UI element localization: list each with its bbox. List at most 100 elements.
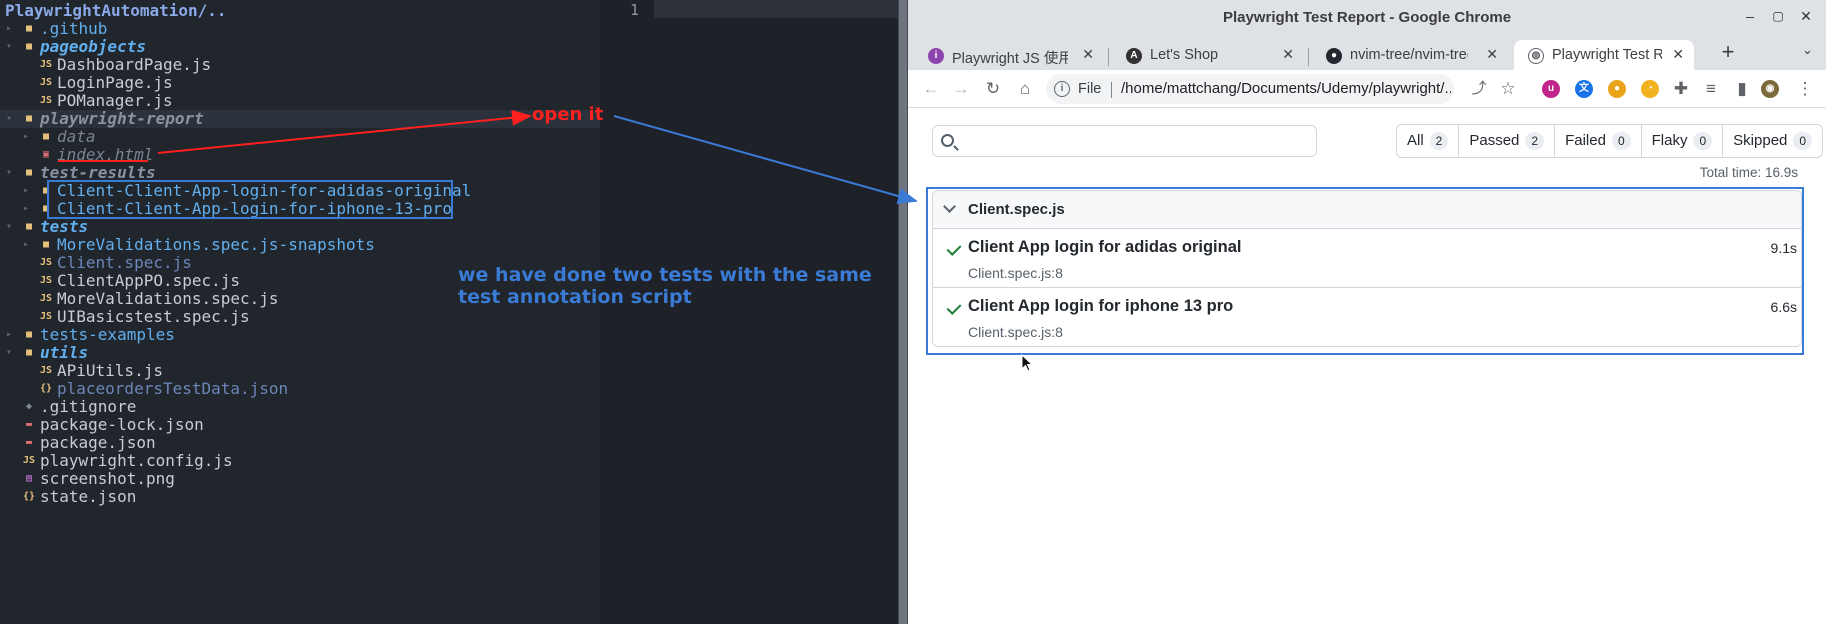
tree-item-index-html[interactable]: ▣ index.html — [0, 146, 600, 164]
tab-playwright-report[interactable]: ◍ Playwright Test Rep ✕ — [1514, 40, 1694, 70]
tree-item-gitignore[interactable]: ◆ .gitignore — [0, 398, 600, 416]
purple-circle-icon: i — [928, 48, 944, 64]
javascript-file-icon: JS — [22, 455, 36, 466]
tree-item-label: placeordersTestData.json — [57, 379, 289, 398]
scrollbar-thumb[interactable] — [899, 0, 907, 624]
tab-title: Let's Shop — [1150, 47, 1219, 63]
translate-extension-icon[interactable]: 文 — [1575, 80, 1593, 98]
chevron-right-icon[interactable]: ▸ — [4, 326, 14, 344]
tree-root-title[interactable]: PlaywrightAutomation/.. — [5, 1, 227, 20]
tab-nvim-tree[interactable]: ● nvim-tree/nvim-tree ✕ — [1312, 40, 1508, 70]
tab-lets-shop[interactable]: A Let's Shop ✕ — [1112, 40, 1304, 70]
filter-all[interactable]: All 2 — [1397, 125, 1458, 157]
tree-item-label: playwright-report — [40, 109, 204, 128]
chevron-right-icon[interactable]: ▸ — [21, 200, 31, 218]
html-file-icon: ▣ — [42, 149, 50, 160]
reload-icon[interactable]: ↻ — [982, 78, 1004, 100]
tree-item-tests[interactable]: ▾ ■ tests — [0, 218, 600, 236]
tab-title: Playwright Test Rep — [1552, 47, 1662, 63]
cookie-extension-icon[interactable]: ● — [1608, 80, 1626, 98]
tree-item-pomanager-js[interactable]: JS POManager.js — [0, 92, 600, 110]
tab-separator — [1108, 48, 1109, 66]
chevron-right-icon[interactable]: ▸ — [21, 182, 31, 200]
window-title: Playwright Test Report - Google Chrome — [1222, 9, 1512, 26]
side-panel-icon[interactable]: ▮ — [1731, 78, 1753, 100]
home-icon[interactable]: ⌂ — [1014, 78, 1036, 100]
chevron-right-icon[interactable]: ▸ — [4, 20, 14, 38]
tree-item-label: playwright.config.js — [40, 451, 233, 470]
filter-passed[interactable]: Passed 2 — [1458, 125, 1554, 157]
tree-item-label: POManager.js — [57, 91, 173, 110]
image-file-icon: ▤ — [25, 473, 33, 484]
site-info-icon[interactable]: i — [1054, 81, 1070, 97]
title-bar: Playwright Test Report - Google Chrome –… — [908, 0, 1826, 36]
tree-item-label: LoginPage.js — [57, 73, 173, 92]
chevron-down-icon[interactable]: ▾ — [4, 164, 14, 182]
chrome-menu-icon[interactable]: ⋮ — [1794, 78, 1816, 100]
close-tab-icon[interactable]: ✕ — [1082, 46, 1094, 63]
tree-item-uibasicstest-spec-js[interactable]: JS UIBasicstest.spec.js — [0, 308, 600, 326]
chevron-down-icon[interactable]: ▾ — [4, 218, 14, 236]
javascript-file-icon: JS — [39, 275, 53, 286]
filter-skipped[interactable]: Skipped 0 — [1722, 125, 1822, 157]
address-bar[interactable]: i File /home/mattchang/Documents/Udemy/p… — [1046, 74, 1454, 104]
chevron-down-icon[interactable]: ▾ — [4, 38, 14, 56]
tree-item-label: MoreValidations.spec.js-snapshots — [57, 235, 375, 254]
tab-search-chevron-icon[interactable]: ⌄ — [1802, 42, 1820, 62]
forward-arrow-icon[interactable]: → — [950, 78, 972, 100]
chevron-down-icon[interactable]: ▾ — [4, 110, 14, 128]
tree-item-label: tests-examples — [40, 325, 175, 344]
extension-icon-1[interactable]: u — [1542, 80, 1560, 98]
tree-item-label: Client.spec.js — [57, 253, 192, 272]
tree-item-loginpage-js[interactable]: JS LoginPage.js — [0, 74, 600, 92]
folder-icon: ■ — [42, 239, 50, 250]
pane-divider[interactable] — [898, 0, 908, 624]
tree-item-tests-examples[interactable]: ▸ ■ tests-examples — [0, 326, 600, 344]
tab-playwright-js[interactable]: i Playwright JS 使用 ✕ — [914, 40, 1104, 70]
chevron-down-icon[interactable]: ▾ — [4, 344, 14, 362]
chevron-right-icon[interactable]: ▸ — [21, 128, 31, 146]
speedometer-extension-icon[interactable]: ◔ — [1641, 80, 1659, 98]
tree-item-placeorderstestdata-json[interactable]: {} placeordersTestData.json — [0, 380, 600, 398]
maximize-icon[interactable]: ▢ — [1768, 6, 1788, 26]
close-tab-icon[interactable]: ✕ — [1672, 46, 1684, 63]
reading-list-icon[interactable]: ≡ — [1700, 78, 1722, 100]
annotation-box-test-results — [47, 180, 453, 219]
folder-open-icon: ■ — [25, 167, 33, 178]
profile-avatar[interactable]: ◉ — [1761, 80, 1779, 98]
folder-icon: ■ — [25, 329, 33, 340]
close-tab-icon[interactable]: ✕ — [1486, 46, 1498, 63]
filter-failed[interactable]: Failed 0 — [1554, 125, 1641, 157]
tree-item-state-json[interactable]: {} state.json — [0, 488, 600, 506]
filter-flaky[interactable]: Flaky 0 — [1640, 125, 1723, 157]
editor-pane[interactable] — [600, 0, 898, 624]
folder-open-icon: ■ — [25, 41, 33, 52]
tree-item-playwright-report[interactable]: ▾ ■ playwright-report — [0, 110, 600, 128]
share-icon[interactable]: ⤴ — [1468, 78, 1490, 100]
tree-item-screenshot-png[interactable]: ▤ screenshot.png — [0, 470, 600, 488]
address-url[interactable]: /home/mattchang/Documents/Udemy/playwrig… — [1121, 80, 1451, 97]
tree-item-pageobjects[interactable]: ▾ ■ pageobjects — [0, 38, 600, 56]
close-window-icon[interactable]: ✕ — [1796, 6, 1816, 26]
back-arrow-icon[interactable]: ← — [920, 78, 942, 100]
report-search-input[interactable] — [932, 125, 1317, 157]
new-tab-button[interactable]: + — [1716, 40, 1740, 64]
bookmark-star-icon[interactable]: ☆ — [1497, 78, 1519, 100]
close-tab-icon[interactable]: ✕ — [1282, 46, 1294, 63]
folder-icon: ■ — [25, 23, 33, 34]
tree-item-package-json[interactable]: ▬ package.json — [0, 434, 600, 452]
tab-title: Playwright JS 使用 — [952, 51, 1068, 67]
minimize-icon[interactable]: – — [1740, 6, 1760, 26]
tree-item-package-lock-json[interactable]: ▬ package-lock.json — [0, 416, 600, 434]
tree-item-dashboardpage-js[interactable]: JS DashboardPage.js — [0, 56, 600, 74]
puzzle-extensions-icon[interactable]: ✚ — [1670, 78, 1692, 100]
chevron-right-icon[interactable]: ▸ — [21, 236, 31, 254]
tree-item-playwright-config-js[interactable]: JS playwright.config.js — [0, 452, 600, 470]
tree-item-morevalidations-spec-js-snapshots[interactable]: ▸ ■ MoreValidations.spec.js-snapshots — [0, 236, 600, 254]
tree-item-label: state.json — [40, 487, 137, 506]
tree-item-utils[interactable]: ▾ ■ utils — [0, 344, 600, 362]
tree-item-data[interactable]: ▸ ■ data — [0, 128, 600, 146]
tree-item-github[interactable]: ▸ ■ .github — [0, 20, 600, 38]
tree-item-apiutils-js[interactable]: JS APiUtils.js — [0, 362, 600, 380]
json-file-icon: {} — [39, 383, 53, 394]
